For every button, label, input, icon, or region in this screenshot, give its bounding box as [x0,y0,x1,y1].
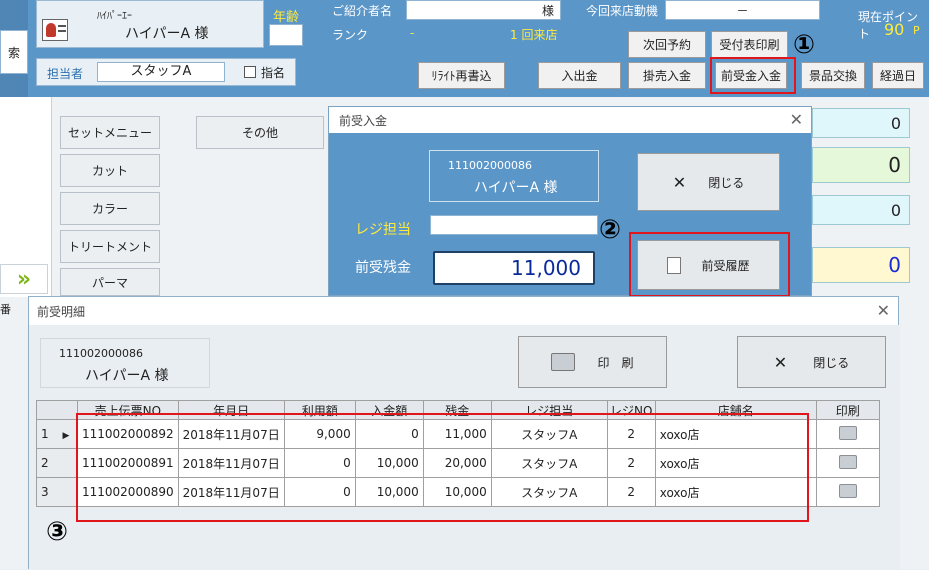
menu-other[interactable]: その他 [196,116,324,149]
column-header-rowidx [36,400,78,420]
prepaid-dialog-titlebar: 前受入金 ✕ [329,107,811,133]
gift-exchange-button[interactable]: 景品交換 [801,62,865,89]
menu-color[interactable]: カラー [60,192,160,225]
visit-motive-field[interactable]: － [665,0,820,20]
row-index: 2 [36,448,78,478]
printer-icon [838,483,857,498]
points-value: 90 [884,20,905,39]
right-value-1: 0 [812,108,910,138]
row-index: 1 ▶ [36,419,78,449]
reception-print-button[interactable]: 受付表印刷 [711,31,788,58]
expand-arrow-icon: » [16,266,32,292]
cash-in-out-button[interactable]: 入出金 [538,62,621,89]
detail-close-label: 閉じる [813,355,850,370]
search-tab-label: 索 [7,45,20,60]
menu-cut[interactable]: カット [60,154,160,187]
balance-label: 前受残金 [355,260,411,276]
highlight-3 [76,413,809,522]
annotation-2: ② [599,215,622,245]
detail-dialog: 前受明細 ✕ 111002000086 ハイパーA 様 印 刷 ✕ 閉じる 売上… [28,296,900,570]
menu-perm[interactable]: パーマ [60,268,160,296]
referrer-label: ご紹介者名 [332,4,393,18]
prepaid-close-button[interactable]: ✕ 閉じる [637,153,780,211]
right-value-2: 0 [812,147,910,183]
detail-print-button[interactable]: 印 刷 [518,336,667,388]
customer-name: ハイパーA 様 [125,26,209,42]
visit-motive-label: 今回来店動機 [586,4,659,18]
rank-value: - [410,26,415,40]
search-tab[interactable]: 索 [0,30,28,74]
printer-icon [838,454,857,469]
x-icon: ✕ [773,352,788,372]
printer-icon [551,353,576,371]
right-value-4: 0 [812,247,910,283]
annotation-1: ① [793,30,816,60]
staff-select[interactable]: スタッフA [97,62,225,82]
menu-treatment[interactable]: トリートメント [60,230,160,263]
annotation-3: ③ [46,517,69,547]
prepaid-dialog-close-icon[interactable]: ✕ [790,110,803,129]
age-field[interactable] [269,24,303,46]
detail-dialog-title: 前受明細 [37,304,86,319]
rewrite-button[interactable]: ﾘﾗｲﾄ再書込 [418,62,505,89]
printer-icon [838,425,857,440]
side-label: 番 [0,303,11,316]
row-print-button[interactable] [815,419,880,449]
customer-card-icon [42,19,68,41]
detail-card-info: 111002000086 ハイパーA 様 [40,338,210,388]
staff-panel: 担当者 スタッフA 指名 [36,58,296,86]
row-pointer-icon: ▶ [62,431,70,441]
detail-dialog-titlebar: 前受明細 ✕ [29,297,898,325]
menu-set-menu[interactable]: セットメニュー [60,116,160,149]
age-label: 年齢 [273,10,300,25]
x-icon: ✕ [672,172,687,192]
customer-kana: ﾊｲﾊﾟｰｴｰ [97,11,132,22]
row-print-button[interactable] [815,477,880,507]
detail-card-number: 111002000086 [59,347,143,360]
right-value-3: 0 [812,195,910,225]
prepaid-dialog-title: 前受入金 [339,113,388,128]
nominate-checkbox[interactable] [244,66,256,78]
register-staff-label: レジ担当 [355,222,411,238]
credit-payment-button[interactable]: 掛売入金 [628,62,706,89]
row-print-button[interactable] [815,448,880,478]
column-header: 印刷 [815,400,880,420]
past-days-button[interactable]: 経過日 [872,62,924,89]
balance-value: 11,000 [433,251,595,285]
prepaid-card-number: 111002000086 [448,159,532,172]
detail-close-button[interactable]: ✕ 閉じる [737,336,886,388]
visit-count: 1 回来店 [510,28,558,42]
referrer-suffix: 様 [541,4,554,18]
prepaid-card-name: ハイパーA 様 [474,180,558,196]
top-header: 索 ﾊｲﾊﾟｰｴｰ ハイパーA 様 年齢 担当者 スタッフA 指名 ご紹介者名 … [0,0,929,97]
prepaid-dialog: 前受入金 ✕ 111002000086 ハイパーA 様 ✕ 閉じる レジ担当 ②… [328,106,812,297]
prepaid-card-info: 111002000086 ハイパーA 様 [429,150,599,202]
detail-card-name: ハイパーA 様 [85,368,169,384]
expand-arrow-button[interactable]: » [0,264,48,294]
register-staff-field[interactable] [430,215,598,235]
nominate-label: 指名 [261,66,286,80]
row-index: 3 [36,477,78,507]
points-unit: P [913,24,920,37]
referrer-field[interactable]: 様 [406,0,561,20]
prepaid-close-label: 閉じる [708,175,745,190]
customer-card[interactable]: ﾊｲﾊﾟｰｴｰ ハイパーA 様 [36,0,264,48]
rank-label: ランク [332,28,369,42]
highlight-2 [629,232,790,297]
detail-print-label: 印 刷 [597,355,634,370]
highlight-1 [710,57,796,94]
staff-label: 担当者 [47,67,84,81]
detail-dialog-close-icon[interactable]: ✕ [877,301,890,320]
next-reservation-button[interactable]: 次回予約 [628,31,706,58]
